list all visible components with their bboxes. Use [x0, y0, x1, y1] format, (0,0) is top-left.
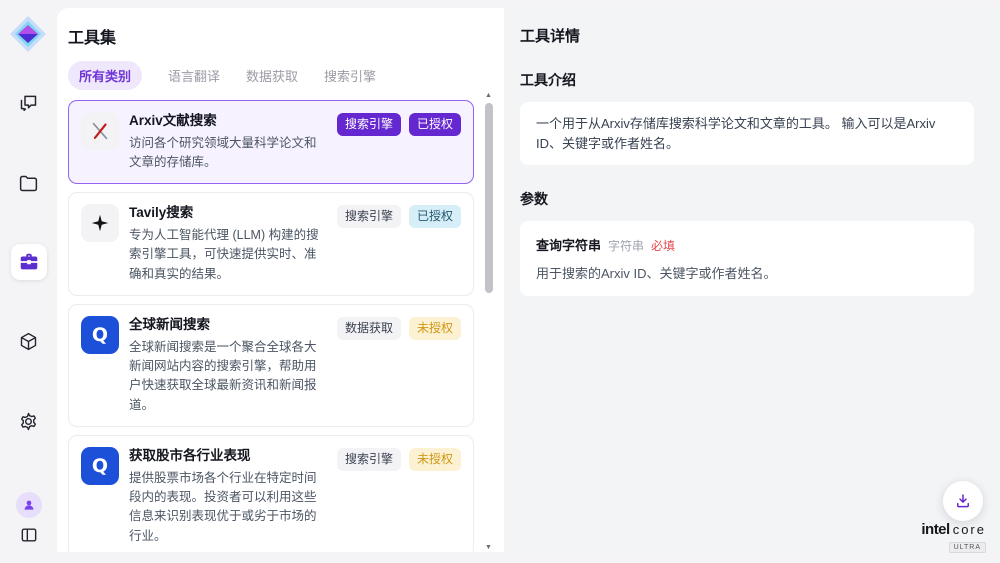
core-brand-text: core	[953, 523, 986, 536]
sidebar-item-packages[interactable]	[11, 323, 47, 359]
intel-brand-text: intel	[921, 522, 949, 537]
app-window: 工具集 所有类别 语言翻译 数据获取 搜索引擎 A	[0, 0, 1000, 563]
parameter-card: 查询字符串 字符串 必填 用于搜索的Arxiv ID、关键字或作者姓名。	[520, 221, 974, 296]
tab-data-fetch[interactable]: 数据获取	[246, 66, 298, 85]
tool-description: 专为人工智能代理 (LLM) 构建的搜索引擎工具，可快速提供实时、准确和真实的结…	[129, 226, 327, 284]
scrollbar-up-arrow[interactable]: ▲	[484, 92, 493, 99]
auth-status-badge: 未授权	[409, 448, 461, 471]
category-badge: 搜索引擎	[337, 113, 401, 136]
sidebar-item-files[interactable]	[11, 165, 47, 201]
tool-title: 全球新闻搜索	[129, 316, 327, 334]
tool-card-arxiv[interactable]: Arxiv文献搜索 访问各个研究领域大量科学论文和文章的存储库。 搜索引擎 已授…	[68, 100, 474, 184]
tool-card-sector-performance[interactable]: Q 获取股市各行业表现 提供股票市场各个行业在特定时间段内的表现。投资者可以利用…	[68, 435, 474, 552]
param-name: 查询字符串	[536, 235, 601, 254]
main-panel: 工具集 所有类别 语言翻译 数据获取 搜索引擎 A	[57, 8, 1000, 552]
category-tabs: 所有类别 语言翻译 数据获取 搜索引擎	[68, 61, 504, 90]
details-title: 工具详情	[520, 25, 974, 46]
auth-status-badge: 已授权	[409, 205, 461, 228]
tool-title: 获取股市各行业表现	[129, 447, 327, 465]
tool-description: 全球新闻搜索是一个聚合全球各大新闻网站内容的搜索引擎，帮助用户快速获取全球最新资…	[129, 338, 327, 416]
tab-all-categories[interactable]: 所有类别	[68, 61, 142, 90]
tool-card-list: Arxiv文献搜索 访问各个研究领域大量科学论文和文章的存储库。 搜索引擎 已授…	[68, 100, 474, 552]
auth-status-badge: 未授权	[409, 317, 461, 340]
sidebar-item-settings[interactable]	[11, 403, 47, 439]
app-logo-icon	[8, 14, 48, 54]
toolset-section: 工具集 所有类别 语言翻译 数据获取 搜索引擎 A	[57, 8, 504, 552]
param-type: 字符串	[608, 237, 644, 254]
tool-description: 访问各个研究领域大量科学论文和文章的存储库。	[129, 134, 327, 173]
tab-search-engine[interactable]: 搜索引擎	[324, 66, 376, 85]
intro-text: 一个用于从Arxiv存储库搜索科学论文和文章的工具。 输入可以是Arxiv ID…	[520, 102, 974, 165]
tool-card-global-news[interactable]: Q 全球新闻搜索 全球新闻搜索是一个聚合全球各大新闻网站内容的搜索引擎，帮助用户…	[68, 304, 474, 427]
sidebar-item-chat[interactable]	[11, 84, 47, 120]
tool-description: 提供股票市场各个行业在特定时间段内的表现。投资者可以利用这些信息来识别表现优于或…	[129, 469, 327, 547]
toolset-title: 工具集	[68, 24, 504, 48]
intro-heading: 工具介绍	[520, 70, 974, 90]
tool-title: Tavily搜索	[129, 204, 327, 222]
juhe-q-icon: Q	[81, 447, 119, 485]
auth-status-badge: 已授权	[409, 113, 461, 136]
collapse-panel-icon[interactable]	[11, 517, 47, 553]
download-icon	[954, 492, 972, 510]
tool-title: Arxiv文献搜索	[129, 112, 327, 130]
avatar-person-icon	[16, 492, 42, 518]
tavily-star-icon	[81, 204, 119, 242]
params-heading: 参数	[520, 189, 974, 209]
param-description: 用于搜索的Arxiv ID、关键字或作者姓名。	[536, 263, 958, 282]
sidebar-item-tools[interactable]	[11, 244, 47, 280]
arxiv-logo-icon	[81, 112, 119, 150]
cpu-tier-badge: ultra	[949, 542, 986, 553]
juhe-q-icon: Q	[81, 316, 119, 354]
scrollbar-thumb[interactable]	[485, 103, 493, 293]
category-badge: 数据获取	[337, 317, 401, 340]
download-button[interactable]	[943, 481, 983, 521]
param-required-flag: 必填	[651, 237, 675, 254]
tab-translation[interactable]: 语言翻译	[168, 66, 220, 85]
category-badge: 搜索引擎	[337, 205, 401, 228]
tool-details-section: 工具详情 工具介绍 一个用于从Arxiv存储库搜索科学论文和文章的工具。 输入可…	[504, 8, 1000, 552]
tool-card-tavily[interactable]: Tavily搜索 专为人工智能代理 (LLM) 构建的搜索引擎工具，可快速提供实…	[68, 192, 474, 296]
left-rail	[0, 0, 57, 563]
category-badge: 搜索引擎	[337, 448, 401, 471]
intel-core-logo: intel core ultra	[921, 522, 986, 553]
scrollbar-down-arrow[interactable]: ▼	[484, 544, 493, 551]
